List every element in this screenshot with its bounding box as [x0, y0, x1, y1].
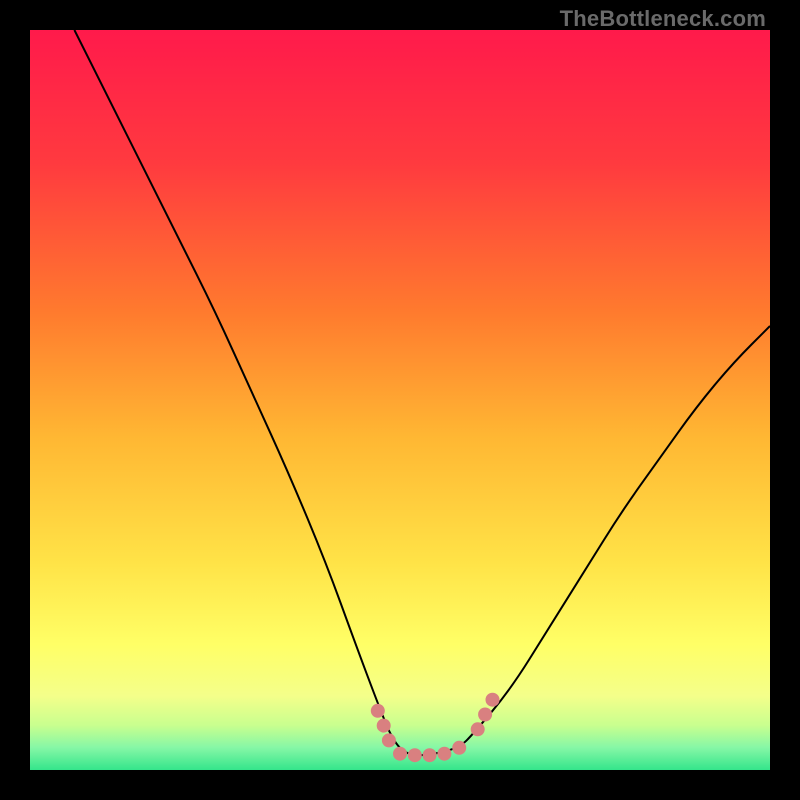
valley-marker	[423, 748, 437, 762]
chart-frame: TheBottleneck.com	[0, 0, 800, 800]
valley-marker	[377, 719, 391, 733]
bottleneck-curve	[74, 30, 770, 755]
valley-marker	[437, 747, 451, 761]
valley-marker	[393, 747, 407, 761]
watermark-text: TheBottleneck.com	[560, 6, 766, 32]
valley-marker	[452, 741, 466, 755]
valley-marker	[486, 693, 500, 707]
curve-layer	[30, 30, 770, 770]
valley-marker	[408, 748, 422, 762]
valley-marker	[382, 733, 396, 747]
valley-markers	[371, 693, 500, 763]
plot-area	[30, 30, 770, 770]
valley-marker	[471, 722, 485, 736]
valley-marker	[371, 704, 385, 718]
valley-marker	[478, 708, 492, 722]
